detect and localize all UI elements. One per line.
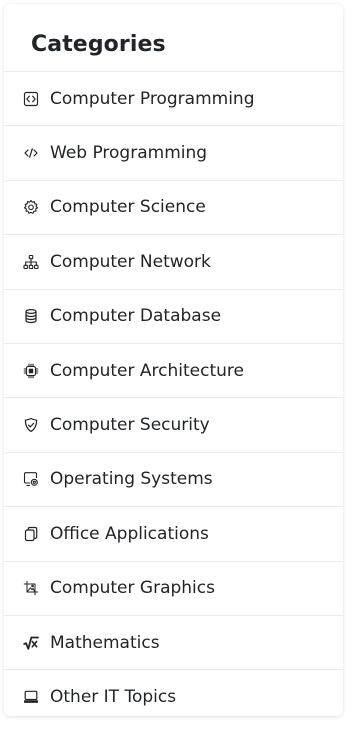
panel-header: Categories xyxy=(4,4,343,72)
category-label: Web Programming xyxy=(50,143,208,164)
image-edit-icon xyxy=(22,579,40,597)
category-label: Operating Systems xyxy=(50,469,213,490)
category-item-other-it-topics[interactable]: Other IT Topics xyxy=(4,670,343,716)
category-label: Computer Science xyxy=(50,197,206,218)
category-list: Computer Programming Web Programming Com… xyxy=(4,72,343,716)
category-item-computer-graphics[interactable]: Computer Graphics xyxy=(4,562,343,616)
pc-gear-icon xyxy=(22,470,40,488)
cpu-icon xyxy=(22,362,40,380)
documents-icon xyxy=(22,525,40,543)
database-icon xyxy=(22,307,40,325)
category-label: Computer Network xyxy=(50,251,211,272)
category-item-computer-security[interactable]: Computer Security xyxy=(4,398,343,453)
categories-panel: Categories Computer Programming Web Prog… xyxy=(4,4,343,716)
category-item-computer-architecture[interactable]: Computer Architecture xyxy=(4,344,343,399)
category-label: Computer Security xyxy=(50,415,210,436)
category-item-operating-systems[interactable]: Operating Systems xyxy=(4,453,343,508)
category-label: Other IT Topics xyxy=(50,687,177,708)
code-square-icon xyxy=(22,90,40,108)
panel-title: Categories xyxy=(31,32,166,57)
category-item-web-programming[interactable]: Web Programming xyxy=(4,126,343,181)
category-label: Computer Programming xyxy=(50,88,255,109)
code-slash-icon xyxy=(22,144,40,162)
network-icon xyxy=(22,253,40,271)
category-label: Mathematics xyxy=(50,632,160,653)
category-item-computer-network[interactable]: Computer Network xyxy=(4,235,343,290)
laptop-icon xyxy=(22,688,40,706)
category-item-computer-programming[interactable]: Computer Programming xyxy=(4,72,343,127)
gear-icon xyxy=(22,198,40,216)
category-item-computer-science[interactable]: Computer Science xyxy=(4,181,343,236)
category-label: Office Applications xyxy=(50,523,209,544)
category-label: Computer Graphics xyxy=(50,578,215,599)
category-label: Computer Architecture xyxy=(50,360,244,381)
category-label: Computer Database xyxy=(50,306,222,327)
category-item-computer-database[interactable]: Computer Database xyxy=(4,290,343,344)
shield-check-icon xyxy=(22,416,40,434)
square-root-icon xyxy=(22,634,40,652)
category-item-mathematics[interactable]: Mathematics xyxy=(4,616,343,671)
category-item-office-applications[interactable]: Office Applications xyxy=(4,507,343,562)
